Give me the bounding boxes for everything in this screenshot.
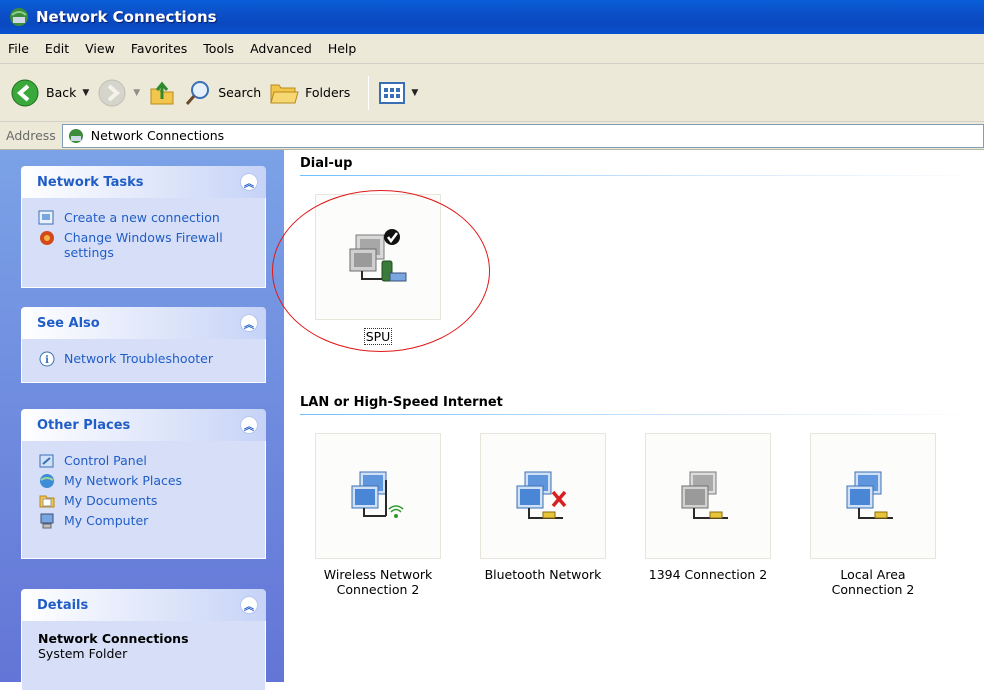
forward-button[interactable]: ▼ (97, 78, 140, 108)
other-places-panel: Other Places ︽ Control Panel My Network … (21, 409, 266, 559)
network-tasks-title: Network Tasks (37, 174, 144, 190)
connection-wireless[interactable]: Wireless Network Connection 2 (314, 433, 442, 597)
folders-label: Folders (305, 85, 351, 100)
search-button[interactable]: Search (184, 79, 261, 107)
firewall-icon (40, 231, 54, 245)
task-create-connection[interactable]: Create a new connection (38, 210, 265, 226)
see-also-title: See Also (37, 315, 100, 331)
search-icon (186, 80, 210, 105)
menu-favorites[interactable]: Favorites (123, 41, 195, 56)
address-value: Network Connections (90, 128, 225, 143)
collapse-chevron-icon[interactable]: ︽ (240, 173, 258, 191)
svg-text:i: i (45, 355, 49, 366)
place-label: My Network Places (64, 473, 183, 488)
address-bar: Address Network Connections (0, 122, 984, 150)
menu-view[interactable]: View (77, 41, 123, 56)
network-tasks-panel: Network Tasks ︽ Create a new connection … (21, 166, 266, 288)
place-my-documents[interactable]: My Documents (38, 493, 265, 509)
search-label: Search (218, 85, 262, 100)
connection-bluetooth[interactable]: Bluetooth Network (479, 433, 607, 582)
back-button[interactable]: Back ▼ (10, 78, 89, 108)
connection-label: Bluetooth Network (484, 567, 602, 582)
back-label: Back (46, 85, 77, 100)
my-computer-icon (40, 513, 54, 529)
window-title: Network Connections (36, 8, 217, 26)
details-type: System Folder (38, 646, 128, 661)
up-folder-button[interactable] (148, 79, 176, 107)
menu-bar: File Edit View Favorites Tools Advanced … (0, 34, 984, 64)
connection-local-area[interactable]: Local Area Connection 2 (809, 433, 937, 597)
task-label: Network Troubleshooter (64, 351, 213, 366)
menu-tools[interactable]: Tools (195, 41, 242, 56)
connection-tile[interactable] (480, 433, 606, 559)
wireless-connection-icon (351, 471, 404, 518)
toolbar-separator (368, 75, 370, 110)
connection-tile[interactable] (645, 433, 771, 559)
network-connections-icon (10, 8, 28, 26)
collapse-chevron-icon[interactable]: ︽ (240, 416, 258, 434)
folders-icon (270, 84, 299, 103)
connection-tile[interactable] (315, 433, 441, 559)
see-also-panel: See Also ︽ i Network Troubleshooter (21, 307, 266, 383)
title-bar: Network Connections (0, 0, 984, 34)
connection-label: Wireless Network Connection 2 (323, 567, 433, 597)
details-panel: Details ︽ Network Connections System Fol… (21, 589, 266, 691)
network-connections-icon (68, 128, 83, 143)
my-documents-icon (39, 495, 55, 508)
menu-advanced[interactable]: Advanced (242, 41, 320, 56)
task-label: Change Windows Firewall settings (64, 230, 223, 260)
other-places-header[interactable]: Other Places ︽ (21, 409, 266, 441)
lan-connection-icon (846, 471, 893, 519)
details-name: Network Connections (38, 631, 189, 646)
place-label: Control Panel (64, 453, 147, 468)
network-tasks-header[interactable]: Network Tasks ︽ (21, 166, 266, 198)
task-label: Create a new connection (64, 210, 220, 225)
group-divider (300, 175, 984, 176)
views-dropdown-icon[interactable]: ▼ (411, 88, 418, 98)
folders-button[interactable]: Folders (269, 80, 350, 106)
details-header[interactable]: Details ︽ (21, 589, 266, 621)
task-network-troubleshooter[interactable]: i Network Troubleshooter (38, 351, 265, 367)
1394-connection-icon (681, 471, 728, 519)
views-button[interactable]: ▼ (379, 81, 418, 105)
place-label: My Computer (64, 513, 149, 528)
up-folder-icon (150, 81, 174, 104)
place-my-computer[interactable]: My Computer (38, 513, 265, 529)
collapse-chevron-icon[interactable]: ︽ (240, 596, 258, 614)
new-connection-icon (38, 210, 54, 225)
other-places-title: Other Places (37, 417, 131, 433)
place-label: My Documents (64, 493, 158, 508)
see-also-header[interactable]: See Also ︽ (21, 307, 266, 339)
details-title: Details (37, 597, 89, 613)
toolbar: Back ▼ ▼ Search Folders ▼ (0, 64, 984, 122)
back-dropdown-icon[interactable]: ▼ (82, 88, 89, 98)
menu-file[interactable]: File (0, 41, 37, 56)
group-header-dialup: Dial-up (300, 156, 353, 171)
back-arrow-icon (11, 79, 39, 106)
info-icon: i (39, 351, 55, 367)
bluetooth-connection-disabled-icon (516, 471, 567, 519)
connection-label: 1394 Connection 2 (648, 567, 768, 582)
views-icon (379, 81, 406, 104)
task-change-firewall[interactable]: Change Windows Firewall settings (38, 230, 265, 260)
menu-help[interactable]: Help (320, 41, 365, 56)
menu-edit[interactable]: Edit (37, 41, 77, 56)
connection-tile[interactable] (810, 433, 936, 559)
network-places-icon (40, 474, 54, 488)
group-header-lan: LAN or High-Speed Internet (300, 395, 503, 410)
address-label: Address (6, 128, 56, 143)
address-field[interactable]: Network Connections (61, 123, 984, 148)
task-pane: Network Tasks ︽ Create a new connection … (0, 150, 284, 691)
forward-arrow-icon (98, 79, 126, 106)
place-control-panel[interactable]: Control Panel (38, 453, 265, 469)
collapse-chevron-icon[interactable]: ︽ (240, 314, 258, 332)
annotation-circle (272, 190, 490, 352)
group-divider (300, 414, 984, 415)
control-panel-icon (39, 454, 54, 468)
connection-1394[interactable]: 1394 Connection 2 (644, 433, 772, 582)
connection-label: Local Area Connection 2 (831, 567, 915, 597)
forward-dropdown-icon[interactable]: ▼ (133, 88, 140, 98)
place-my-network-places[interactable]: My Network Places (38, 473, 265, 489)
